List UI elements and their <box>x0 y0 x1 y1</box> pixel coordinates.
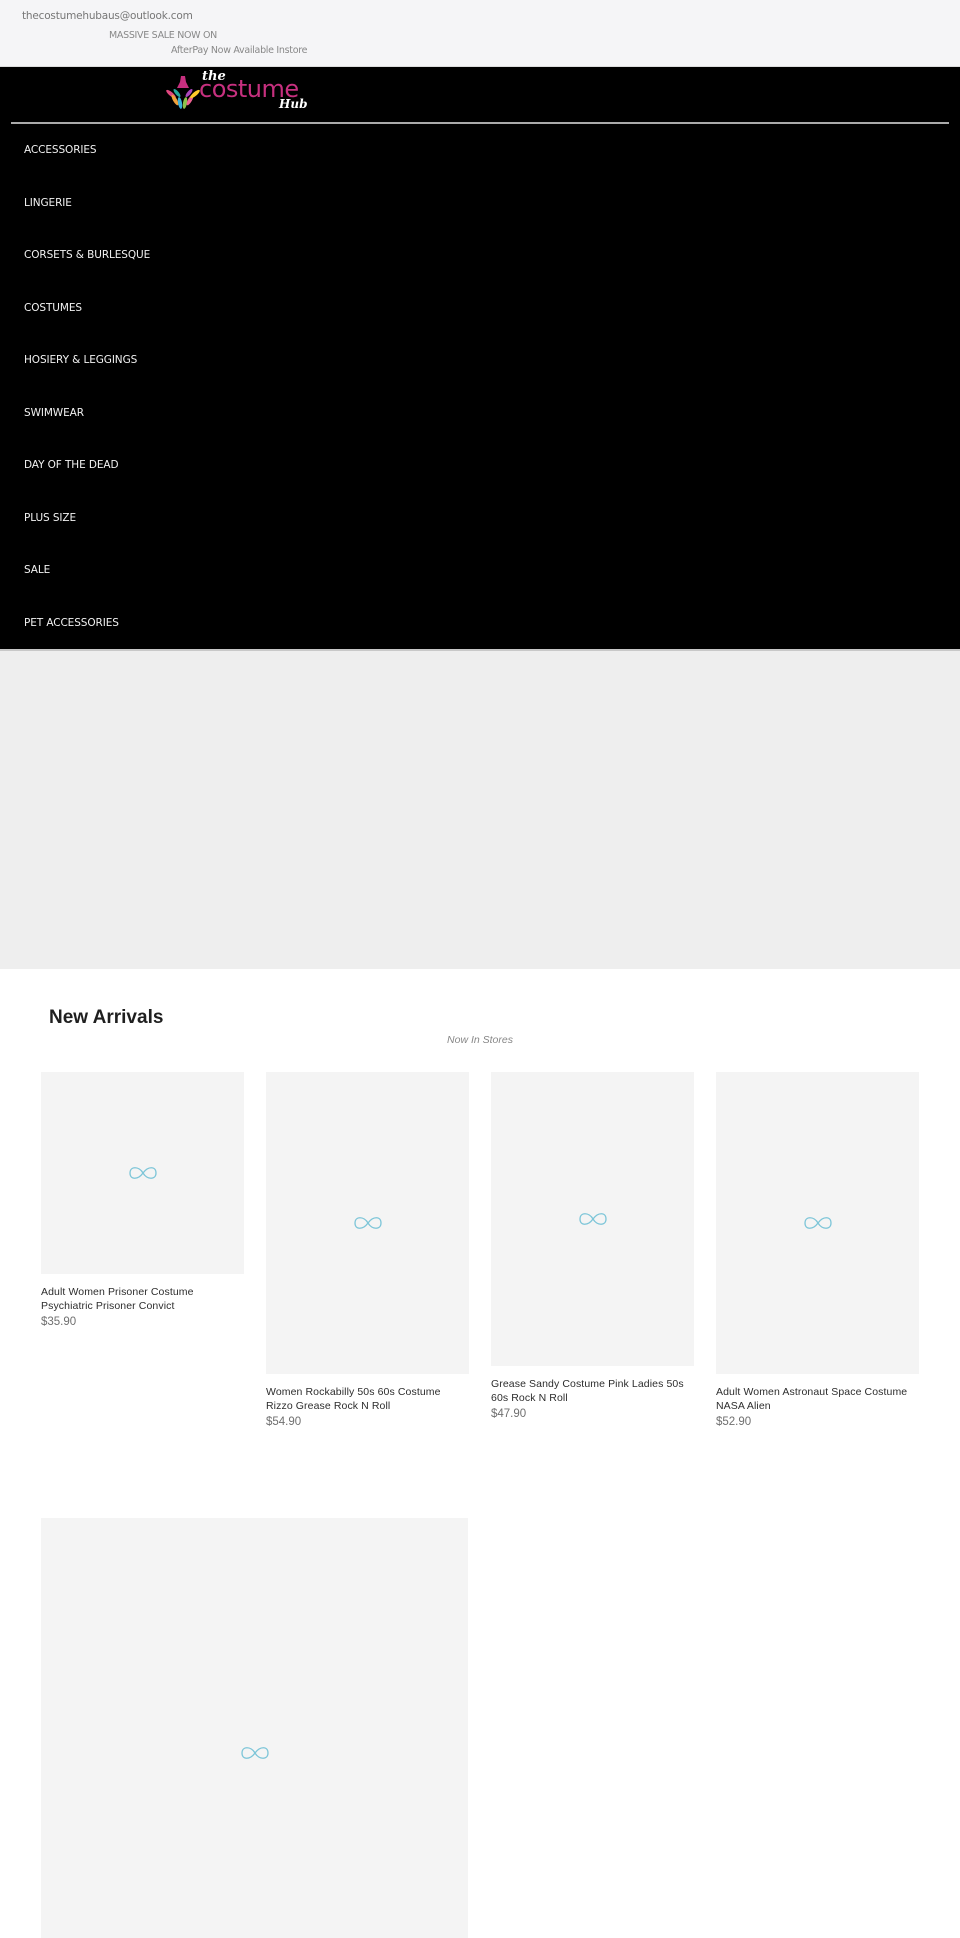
main-nav: ACCESSORIES LINGERIE CORSETS & BURLESQUE… <box>0 124 960 649</box>
infinity-loader-icon <box>353 1217 382 1229</box>
nav-link[interactable]: PET ACCESSORIES <box>24 617 119 629</box>
product-image-placeholder[interactable] <box>41 1072 244 1274</box>
product-card[interactable]: Grease Sandy Costume Pink Ladies 50s 60s… <box>491 1072 694 1420</box>
nav-item-plus-size[interactable]: PLUS SIZE <box>0 492 960 545</box>
nav-link[interactable]: SWIMWEAR <box>24 407 84 419</box>
nav-item-costumes[interactable]: COSTUMES <box>0 282 960 335</box>
dress-logo-icon <box>166 76 200 109</box>
infinity-loader-icon <box>240 1747 269 1759</box>
afterpay-announcement: AfterPay Now Available Instore <box>171 45 308 56</box>
nav-item-day-of-the-dead[interactable]: DAY OF THE DEAD <box>0 439 960 492</box>
section-title: New Arrivals <box>49 1007 164 1028</box>
nav-item-lingerie[interactable]: LINGERIE <box>0 177 960 230</box>
product-title[interactable]: Women Rockabilly 50s 60s Costume Rizzo G… <box>266 1385 469 1413</box>
product-price: $54.90 <box>266 1416 302 1428</box>
infinity-loader-icon <box>128 1167 157 1179</box>
site-header: the costume Hub ACCESSORIES LINGERIE COR… <box>0 67 960 649</box>
top-announcement-bar: thecostumehubaus@outlook.com MASSIVE SAL… <box>0 0 960 67</box>
nav-link[interactable]: LINGERIE <box>24 197 72 209</box>
product-image-placeholder[interactable] <box>41 1518 468 1938</box>
product-price: $35.90 <box>41 1316 77 1328</box>
site-logo[interactable]: the costume Hub <box>165 69 317 114</box>
nav-item-sale[interactable]: SALE <box>0 544 960 597</box>
nav-item-corsets-burlesque[interactable]: CORSETS & BURLESQUE <box>0 229 960 282</box>
product-card[interactable]: Women Rockabilly 50s 60s Costume Rizzo G… <box>266 1072 469 1428</box>
product-card[interactable]: Adult Women Prisoner Costume Psychiatric… <box>41 1072 244 1328</box>
nav-item-accessories[interactable]: ACCESSORIES <box>0 124 960 177</box>
product-card[interactable] <box>41 1518 468 1938</box>
product-image-placeholder[interactable] <box>716 1072 919 1374</box>
logo-text-hub: Hub <box>279 97 308 111</box>
contact-email-link[interactable]: thecostumehubaus@outlook.com <box>22 10 193 22</box>
nav-link[interactable]: COSTUMES <box>24 302 82 314</box>
hero-banner-placeholder <box>0 651 960 969</box>
nav-link[interactable]: DAY OF THE DEAD <box>24 459 119 471</box>
nav-link[interactable]: CORSETS & BURLESQUE <box>24 249 150 261</box>
nav-link[interactable]: PLUS SIZE <box>24 512 76 524</box>
nav-item-swimwear[interactable]: SWIMWEAR <box>0 387 960 440</box>
section-subtitle: Now In Stores <box>447 1034 513 1046</box>
nav-item-hosiery-leggings[interactable]: HOSIERY & LEGGINGS <box>0 334 960 387</box>
product-price: $52.90 <box>716 1416 752 1428</box>
product-title[interactable]: Grease Sandy Costume Pink Ladies 50s 60s… <box>491 1377 694 1405</box>
nav-link[interactable]: ACCESSORIES <box>24 144 97 156</box>
sale-announcement: MASSIVE SALE NOW ON <box>109 30 217 41</box>
nav-link[interactable]: HOSIERY & LEGGINGS <box>24 354 137 366</box>
infinity-loader-icon <box>578 1213 607 1225</box>
product-title[interactable]: Adult Women Astronaut Space Costume NASA… <box>716 1385 919 1413</box>
product-image-placeholder[interactable] <box>491 1072 694 1366</box>
product-card[interactable]: Adult Women Astronaut Space Costume NASA… <box>716 1072 919 1428</box>
product-image-placeholder[interactable] <box>266 1072 469 1374</box>
nav-item-pet-accessories[interactable]: PET ACCESSORIES <box>0 597 960 650</box>
product-price: $47.90 <box>491 1408 527 1420</box>
nav-link[interactable]: SALE <box>24 564 50 576</box>
infinity-loader-icon <box>803 1217 832 1229</box>
product-title[interactable]: Adult Women Prisoner Costume Psychiatric… <box>41 1285 244 1313</box>
